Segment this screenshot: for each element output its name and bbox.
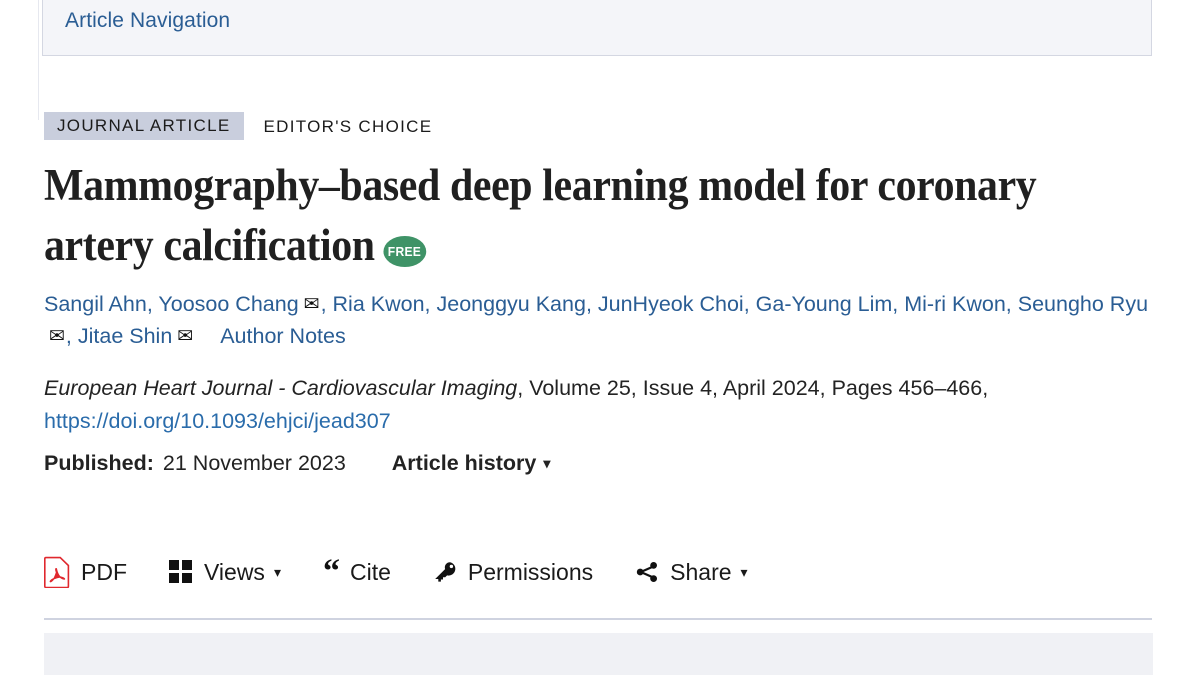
author-link[interactable]: Sangil Ahn	[44, 292, 147, 316]
share-nodes-icon	[635, 560, 659, 584]
author-separator: ,	[585, 291, 598, 316]
badge-editors-choice: EDITOR'S CHOICE	[263, 116, 433, 136]
author-separator: ,	[892, 291, 905, 316]
section-divider	[44, 618, 1152, 620]
pdf-icon	[44, 556, 70, 588]
author-link[interactable]: Ria Kwon	[333, 292, 425, 316]
article-navigation-panel: Article Navigation	[42, 0, 1152, 56]
page-title: Mammography–based deep learning model fo…	[44, 156, 1078, 276]
envelope-icon[interactable]: ✉	[304, 291, 320, 320]
author-list: Sangil Ahn, Yoosoo Chang ✉, Ria Kwon, Jeo…	[44, 288, 1154, 353]
author-link[interactable]: Jeonggyu Kang	[437, 292, 586, 316]
permissions-button[interactable]: Permissions	[433, 559, 593, 586]
author-separator: ,	[65, 324, 78, 349]
cite-label: Cite	[349, 558, 391, 585]
chevron-down-icon: ▾	[543, 455, 551, 472]
author-separator: ,	[146, 291, 159, 316]
author-link[interactable]: Seungho Ryu	[1018, 292, 1148, 316]
views-grid-icon	[169, 560, 193, 584]
envelope-icon[interactable]: ✉	[49, 323, 65, 352]
cite-button[interactable]: “ Cite	[322, 553, 391, 590]
author-link[interactable]: Ga-Young Lim	[756, 292, 893, 316]
published-line: Published: 21 November 2023 Article hist…	[44, 451, 1156, 476]
author-separator: ,	[320, 291, 333, 316]
published-label: Published:	[44, 450, 154, 475]
author-notes-link[interactable]: Author Notes	[220, 324, 345, 348]
article-action-toolbar: PDF Views ▾ “ Cite Permissions Share ▾	[44, 553, 748, 590]
citation-volume-issue-pages: , Volume 25, Issue 4, April 2024, Pages …	[517, 376, 989, 401]
permissions-label: Permissions	[467, 558, 594, 585]
key-icon	[433, 560, 457, 584]
author-separator: ,	[743, 291, 756, 316]
article-header: JOURNAL ARTICLE EDITOR'S CHOICE Mammogra…	[44, 112, 1156, 476]
citation-line: European Heart Journal - Cardiovascular …	[44, 372, 1154, 439]
author-link[interactable]: Yoosoo Chang	[158, 292, 298, 316]
views-label: Views	[204, 558, 265, 585]
published-date: 21 November 2023	[162, 450, 346, 475]
views-button[interactable]: Views ▾	[169, 559, 281, 586]
quote-icon: “	[322, 553, 340, 590]
author-separator: ,	[424, 291, 437, 316]
envelope-icon[interactable]: ✉	[177, 323, 193, 352]
author-link[interactable]: Jitae Shin	[78, 324, 172, 348]
article-navigation-link[interactable]: Article Navigation	[65, 9, 230, 33]
author-link[interactable]: JunHyeok Choi	[598, 292, 744, 316]
article-history-toggle[interactable]: Article history ▾	[392, 451, 551, 476]
author-link[interactable]: Mi-ri Kwon	[904, 292, 1006, 316]
badge-journal-article: JOURNAL ARTICLE	[44, 112, 244, 140]
chevron-down-icon: ▾	[740, 564, 748, 580]
article-history-label: Article history	[391, 450, 537, 475]
bottom-panel	[44, 633, 1153, 675]
journal-name: European Heart Journal - Cardiovascular …	[44, 376, 518, 401]
doi-link[interactable]: https://doi.org/10.1093/ehjci/jead307	[44, 409, 391, 433]
chevron-down-icon: ▾	[273, 564, 281, 580]
author-separator: ,	[1005, 291, 1018, 316]
pdf-button[interactable]: PDF	[44, 556, 127, 588]
share-label: Share	[670, 558, 732, 585]
badge-row: JOURNAL ARTICLE EDITOR'S CHOICE	[44, 112, 1156, 140]
share-button[interactable]: Share ▾	[635, 558, 748, 586]
pdf-label: PDF	[81, 558, 127, 585]
free-access-badge: FREE	[383, 235, 426, 267]
page-gutter-rule	[38, 0, 39, 120]
article-title-text: Mammography–based deep learning model fo…	[44, 160, 1037, 270]
